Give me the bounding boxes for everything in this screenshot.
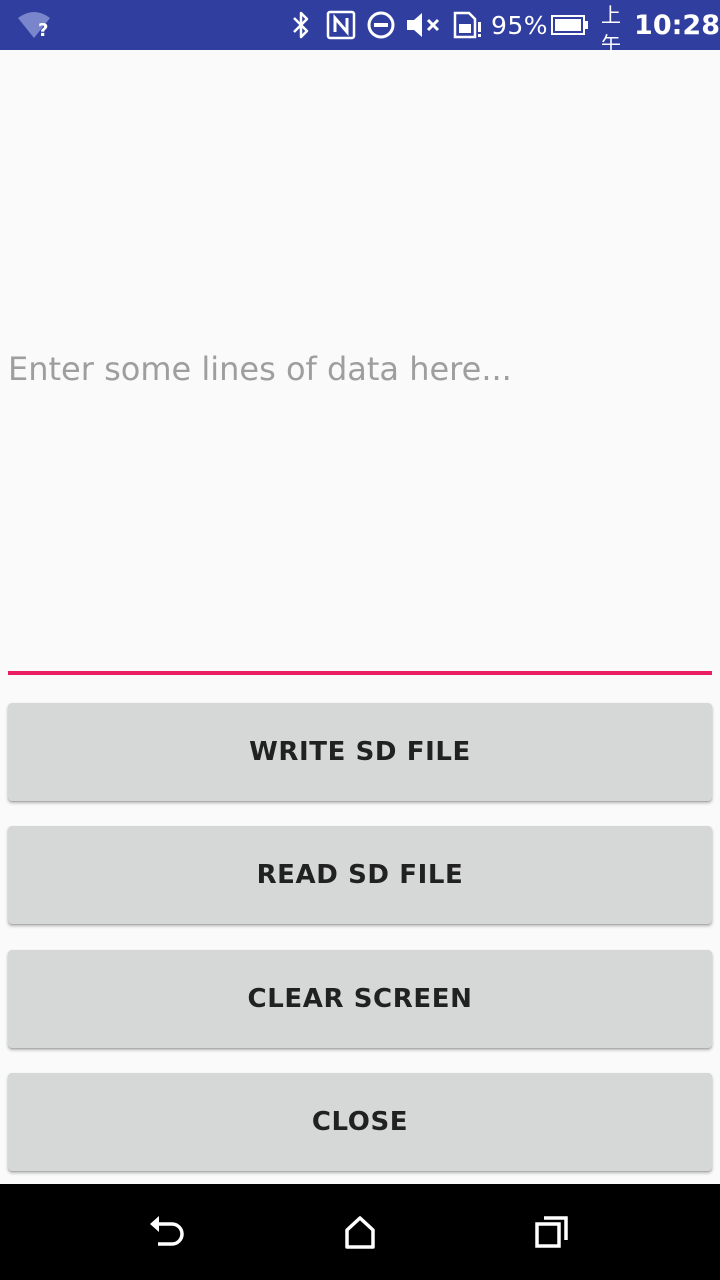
write-sd-file-button[interactable]: WRITE SD FILE	[8, 703, 712, 801]
do-not-disturb-icon	[366, 0, 396, 50]
sd-card-alert-icon	[451, 0, 483, 50]
battery-percent: 95%	[491, 10, 549, 40]
close-button[interactable]: CLOSE	[8, 1073, 712, 1171]
recents-icon[interactable]	[528, 1208, 576, 1256]
data-input-underline	[8, 671, 712, 675]
nfc-icon	[326, 0, 356, 50]
back-icon[interactable]	[144, 1208, 192, 1256]
bluetooth-icon	[290, 0, 312, 50]
read-sd-file-button[interactable]: READ SD FILE	[8, 826, 712, 924]
data-input[interactable]	[8, 50, 712, 674]
navigation-bar	[0, 1184, 720, 1280]
home-icon[interactable]	[336, 1208, 384, 1256]
status-bar: ? 95% 上午 10:28	[0, 0, 720, 56]
clear-screen-button[interactable]: CLEAR SCREEN	[8, 950, 712, 1048]
battery-icon	[551, 0, 589, 50]
wifi-unknown-icon: ?	[16, 0, 52, 50]
clock-prefix: 上午	[601, 3, 621, 56]
svg-text:?: ?	[38, 20, 48, 40]
volume-muted-icon	[404, 0, 442, 50]
clock-time: 10:28	[634, 9, 720, 41]
